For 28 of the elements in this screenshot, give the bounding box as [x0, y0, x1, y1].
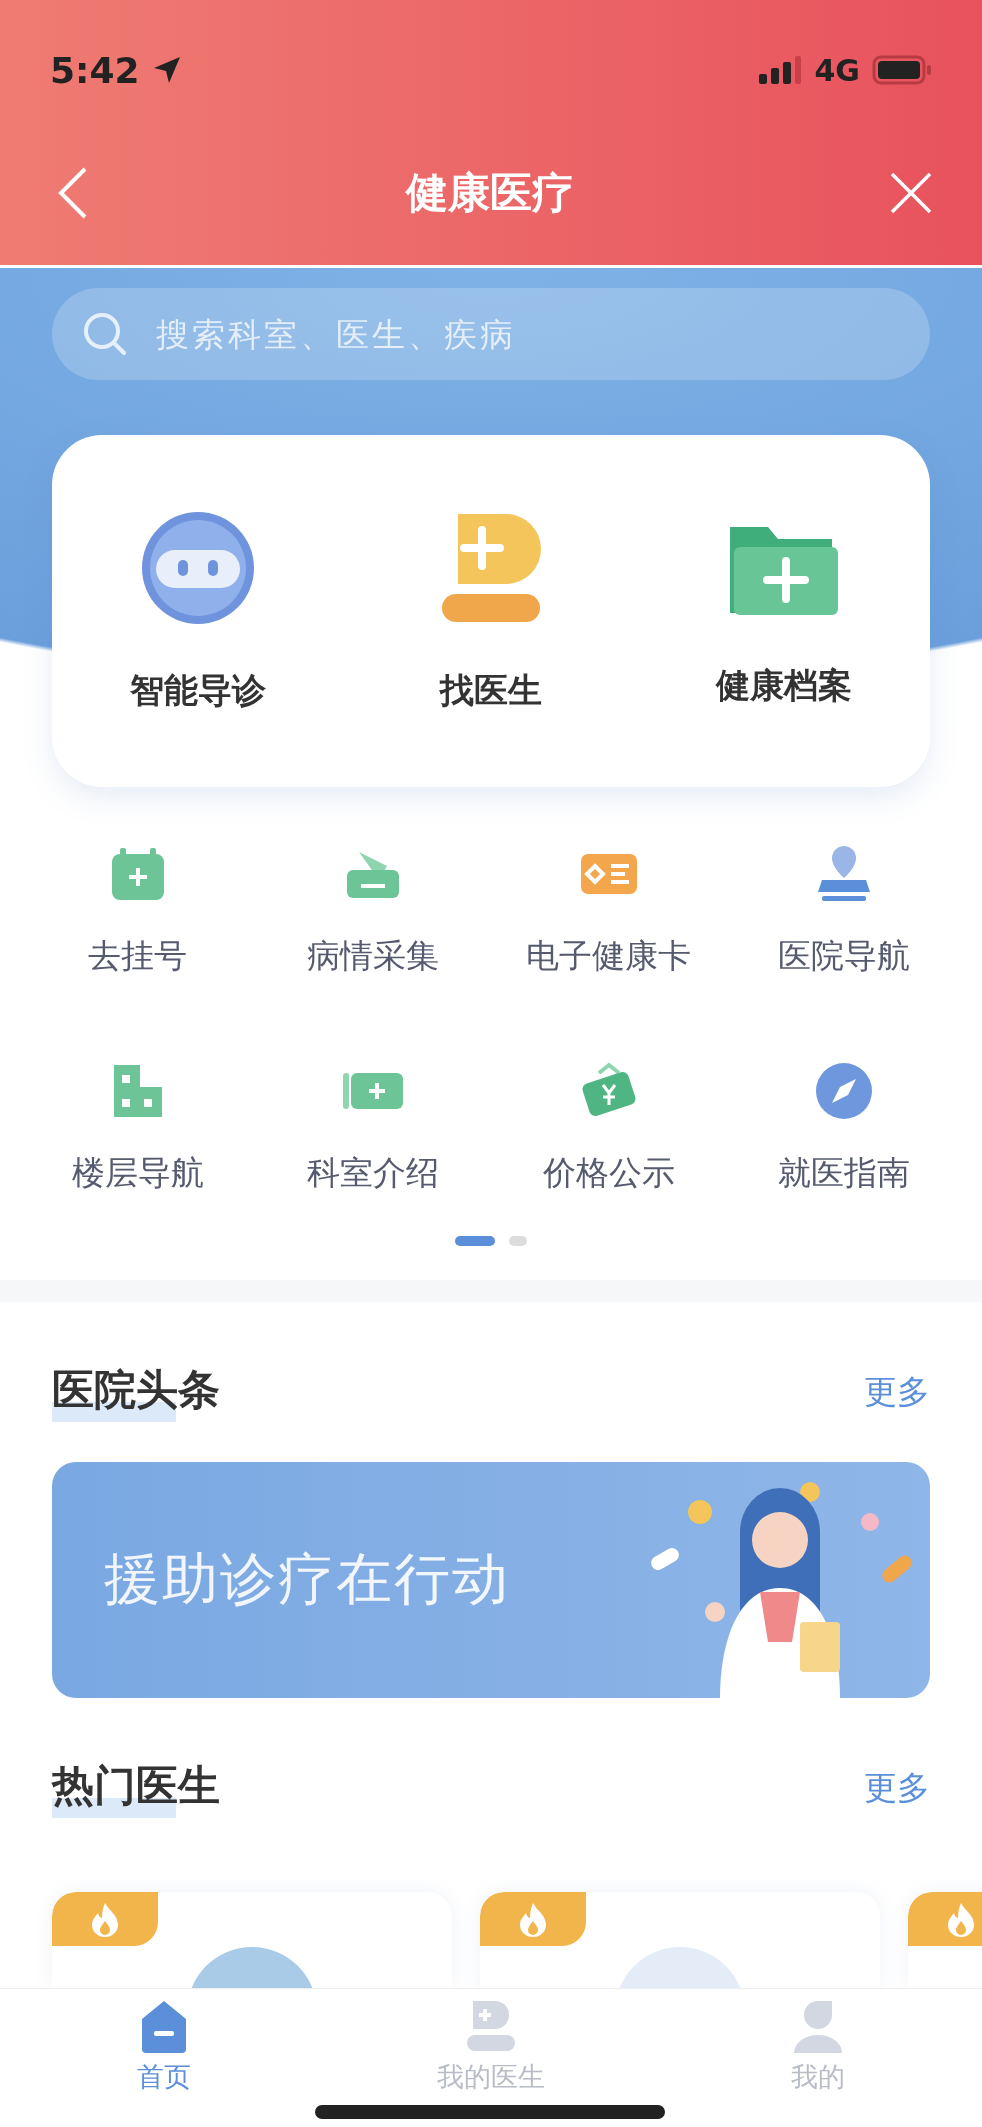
page-title: 健康医疗	[405, 166, 574, 219]
search-field[interactable]: 搜索科室、医生、疾病	[154, 313, 900, 355]
feature-label[interactable]: 智能导诊	[130, 668, 267, 714]
service-label[interactable]: 价格公示	[542, 1151, 675, 1196]
flame-icon	[518, 1901, 548, 1937]
doctor-card[interactable]	[52, 1892, 452, 1988]
doctor-plus-icon	[465, 1999, 517, 2053]
search-bar[interactable]: 搜索科室、医生、疾病	[52, 288, 930, 380]
flame-icon	[946, 1901, 976, 1937]
close-icon[interactable]	[890, 171, 932, 214]
feature-label[interactable]: 找医生	[440, 668, 542, 714]
search-icon	[82, 311, 128, 357]
service-label[interactable]: 科室介绍	[307, 1151, 440, 1196]
doctor-card[interactable]	[480, 1892, 880, 1988]
status-time: 5:42	[50, 49, 140, 91]
service-label[interactable]: 就医指南	[778, 1151, 911, 1196]
feature-label[interactable]: 健康档案	[715, 663, 852, 709]
battery-icon	[872, 55, 932, 85]
service-label[interactable]: 楼层导航	[71, 1151, 204, 1196]
flame-icon	[90, 1901, 120, 1937]
service-label[interactable]: 去挂号	[88, 934, 188, 979]
service-label[interactable]: 电子健康卡	[526, 934, 692, 979]
signal-icon	[758, 56, 803, 84]
service-label[interactable]: 医院导航	[778, 934, 911, 979]
service-label[interactable]: 病情采集	[307, 934, 440, 979]
banner-text: 援助诊疗在行动	[104, 1545, 510, 1613]
user-icon	[792, 1999, 845, 2053]
network-label: 4G	[814, 52, 860, 88]
